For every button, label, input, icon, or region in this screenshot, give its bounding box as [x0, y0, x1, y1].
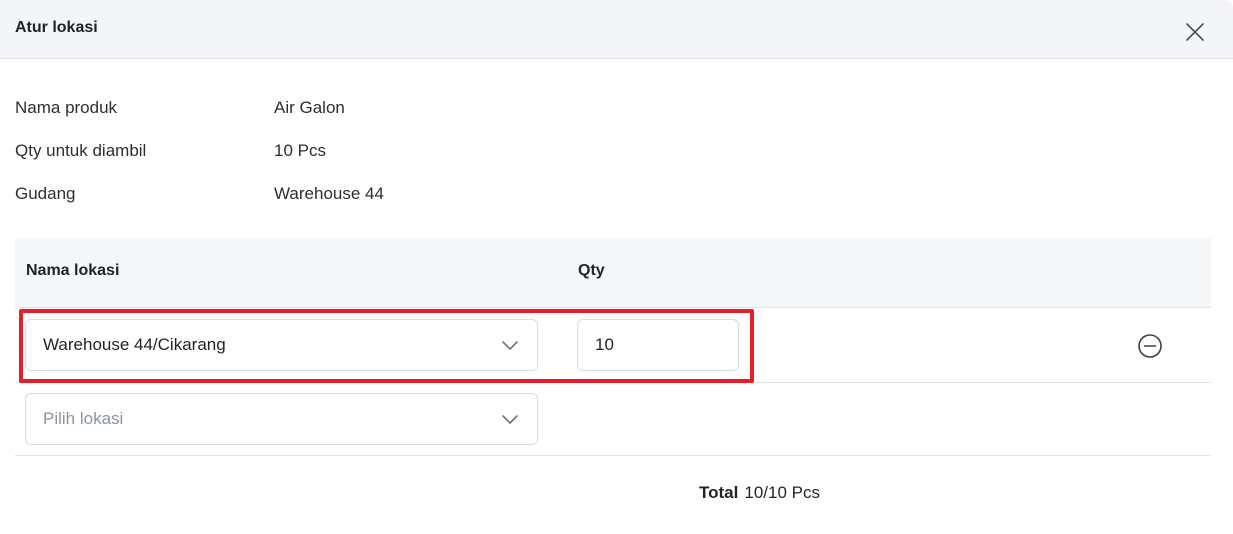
location-select-new[interactable]: Pilih lokasi: [25, 393, 538, 445]
table-header: Nama lokasi Qty: [15, 238, 1211, 308]
product-value: Air Galon: [274, 98, 345, 117]
location-select[interactable]: Warehouse 44/Cikarang: [25, 319, 538, 371]
qty-label: Qty untuk diambil: [15, 141, 147, 160]
total-summary: Total 10/10 Pcs: [699, 483, 820, 503]
close-button[interactable]: [1182, 19, 1208, 45]
remove-row-button[interactable]: [1137, 333, 1163, 359]
column-header-location: Nama lokasi: [26, 262, 120, 279]
warehouse-value: Warehouse 44: [274, 184, 384, 203]
modal-title: Atur lokasi: [15, 19, 98, 36]
column-header-qty: Qty: [578, 262, 605, 279]
qty-value: 10 Pcs: [274, 141, 326, 160]
chevron-down-icon: [502, 341, 518, 350]
product-label: Nama produk: [15, 98, 118, 117]
row-divider: [15, 455, 1211, 456]
location-select-value: Warehouse 44/Cikarang: [43, 335, 226, 354]
location-select-placeholder: Pilih lokasi: [43, 409, 124, 428]
total-label: Total: [699, 483, 739, 502]
warehouse-label: Gudang: [15, 184, 76, 203]
modal-header: Atur lokasi: [0, 0, 1233, 59]
row-divider: [15, 382, 1211, 383]
close-icon: [1186, 23, 1204, 41]
total-value: 10/10 Pcs: [744, 483, 820, 502]
chevron-down-icon: [502, 415, 518, 424]
minus-circle-icon: [1138, 334, 1162, 358]
qty-input[interactable]: [577, 319, 739, 371]
